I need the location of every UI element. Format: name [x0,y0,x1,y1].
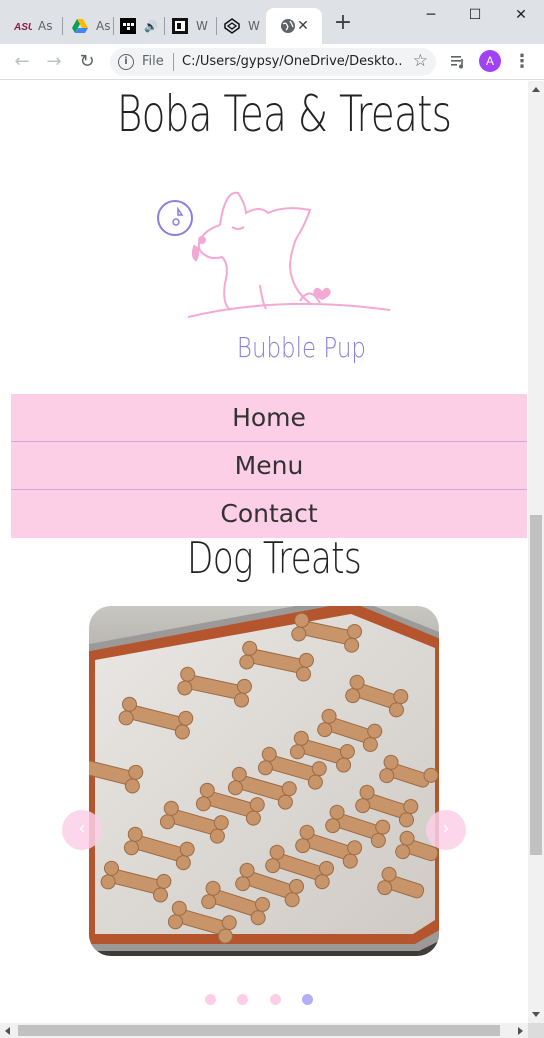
tab-w1[interactable]: W [158,8,214,44]
google-drive-icon [72,18,88,34]
scroll-left-arrow-icon[interactable] [5,1027,10,1035]
browser-toolbar: ← → ↻ i File C:/Users/gypsy/OneDrive/Des… [0,44,544,80]
scroll-up-arrow-icon[interactable] [532,87,540,92]
tab-google-drive[interactable]: As [58,8,112,44]
new-tab-button[interactable]: + [332,12,354,35]
nav-home[interactable]: Home [11,394,527,442]
media-playlist-icon[interactable] [446,50,470,74]
tab-strip: ASU As As 🔊 W [0,0,544,44]
menu-kebab-icon[interactable]: ⋮ [510,50,534,74]
scroll-right-arrow-icon[interactable] [518,1027,523,1035]
horizontal-scrollbar[interactable] [0,1023,528,1038]
tab-title: As [38,19,53,33]
carousel-dot[interactable] [270,994,281,1005]
tab-codepen[interactable]: W [210,8,266,44]
app-icon [172,18,188,34]
close-window-button[interactable]: ✕ [498,4,544,26]
url-scheme: File [142,54,164,69]
carousel-dot[interactable] [205,994,216,1005]
forward-arrow-icon[interactable]: → [42,50,66,74]
codepen-icon [224,18,240,34]
back-arrow-icon[interactable]: ← [10,50,34,74]
logo-text: Bubble Pup [237,332,366,365]
browser-window: ASU As As 🔊 W [0,0,544,1038]
tidal-icon [120,18,136,34]
horizontal-scroll-thumb[interactable] [18,1025,500,1036]
section-title: Dog Treats [187,533,362,584]
minimize-button[interactable]: ─ [408,4,454,26]
maximize-button[interactable]: ☐ [452,4,498,26]
bubble-pup-logo: Bubble Pup [150,185,400,375]
info-icon[interactable]: i [118,54,134,70]
tab-title: W [196,19,208,33]
carousel-next-button[interactable]: › [426,810,466,850]
page-viewport: Boba Tea & Treats Bubble Pup Home Menu C… [0,81,528,1023]
tab-active[interactable]: ✕ [266,8,322,44]
tab-tidal[interactable]: 🔊 [106,8,164,44]
nav-contact[interactable]: Contact [11,490,527,538]
profile-avatar[interactable]: A [479,50,501,72]
vertical-scrollbar[interactable] [528,81,544,1023]
close-tab-icon[interactable]: ✕ [294,17,312,35]
carousel-slide-image [89,606,439,956]
carousel-dot[interactable] [237,994,248,1005]
bookmark-star-icon[interactable]: ☆ [413,51,428,71]
carousel-dot-active[interactable] [302,994,313,1005]
carousel-indicators [205,994,325,1006]
carousel-prev-button[interactable]: ‹ [62,810,102,850]
tab-asu[interactable]: ASU As [0,8,62,44]
scrollbar-corner [528,1023,544,1038]
scroll-down-arrow-icon[interactable] [532,1012,540,1017]
address-bar[interactable]: i File C:/Users/gypsy/OneDrive/Deskto...… [110,48,436,76]
main-nav: Home Menu Contact [11,394,527,538]
asu-icon: ASU [13,18,36,34]
tab-title: W [248,19,260,33]
vertical-scroll-thumb[interactable] [530,515,542,855]
speaker-icon: 🔊 [144,19,158,33]
site-title: Boba Tea & Treats [116,85,452,143]
omnibox-divider [173,53,174,71]
nav-menu[interactable]: Menu [11,442,527,490]
svg-text:ASU: ASU [14,22,32,33]
reload-icon[interactable]: ↻ [75,50,99,74]
url-text[interactable]: C:/Users/gypsy/OneDrive/Deskto... [182,54,402,69]
